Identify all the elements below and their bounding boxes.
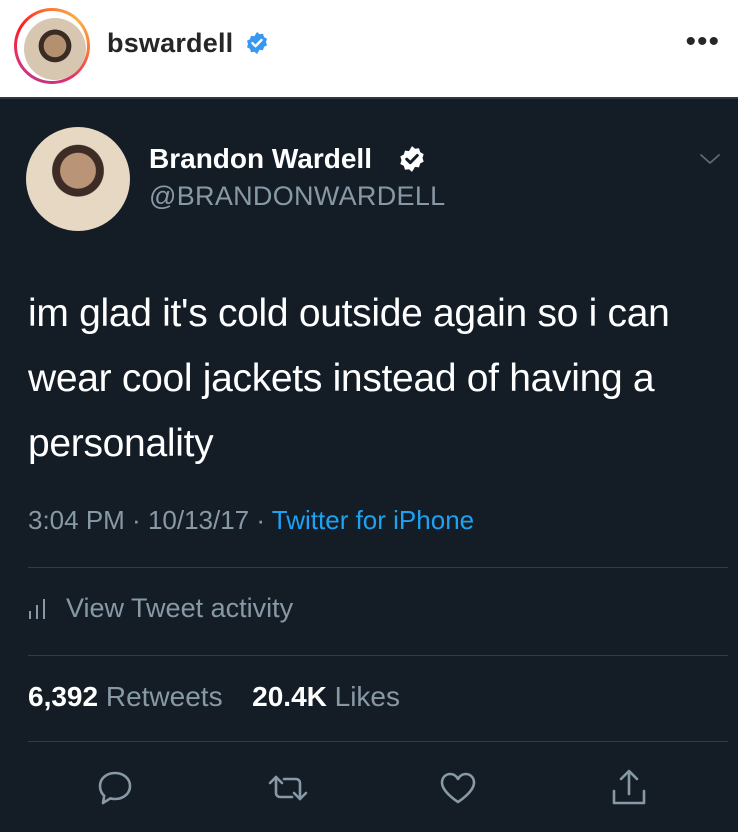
- tweet-author-handle[interactable]: @BRANDONWARDELL: [149, 181, 445, 212]
- profile-avatar[interactable]: [24, 18, 86, 80]
- retweet-icon[interactable]: [267, 767, 309, 809]
- activity-label: View Tweet activity: [66, 593, 294, 623]
- likes-stat[interactable]: 20.4K Likes: [252, 681, 400, 712]
- divider: [28, 655, 728, 656]
- tweet-author-name[interactable]: Brandon Wardell: [149, 143, 372, 175]
- more-options-icon[interactable]: •••: [685, 27, 720, 57]
- analytics-icon: [29, 599, 45, 619]
- likes-label: Likes: [334, 681, 401, 712]
- reply-icon[interactable]: [94, 767, 136, 809]
- instagram-post-header: bswardell •••: [0, 0, 738, 97]
- chevron-down-icon[interactable]: [698, 147, 722, 171]
- story-ring[interactable]: [14, 8, 90, 84]
- tweet-date: 10/13/17: [147, 505, 250, 535]
- retweets-stat[interactable]: 6,392 Retweets: [28, 681, 223, 712]
- tweet-stats: 6,392 Retweets 20.4K Likes: [28, 681, 400, 713]
- tweet-timestamp-line: 3:04 PM · 10/13/17 · Twitter for iPhone: [28, 505, 474, 536]
- meta-separator: ·: [249, 505, 272, 535]
- meta-separator: ·: [124, 505, 148, 535]
- likes-count: 20.4K: [252, 681, 327, 712]
- verified-badge-icon: [247, 32, 267, 54]
- tweet-time: 3:04 PM: [28, 505, 125, 535]
- divider: [28, 741, 728, 742]
- username-link[interactable]: bswardell: [107, 28, 233, 59]
- tweet-card: Brandon Wardell @BRANDONWARDELL im glad …: [0, 97, 738, 832]
- divider: [28, 567, 728, 568]
- retweets-count: 6,392: [28, 681, 99, 712]
- like-icon[interactable]: [437, 767, 479, 809]
- tweet-source-link[interactable]: Twitter for iPhone: [272, 505, 474, 535]
- tweet-text: im glad it's cold outside again so i can…: [28, 292, 670, 465]
- share-icon[interactable]: [608, 767, 650, 809]
- tweet-author-avatar[interactable]: [26, 127, 130, 231]
- verified-badge-icon: [400, 146, 424, 172]
- retweets-label: Retweets: [105, 681, 223, 712]
- view-tweet-activity-button[interactable]: View Tweet activity: [28, 593, 293, 624]
